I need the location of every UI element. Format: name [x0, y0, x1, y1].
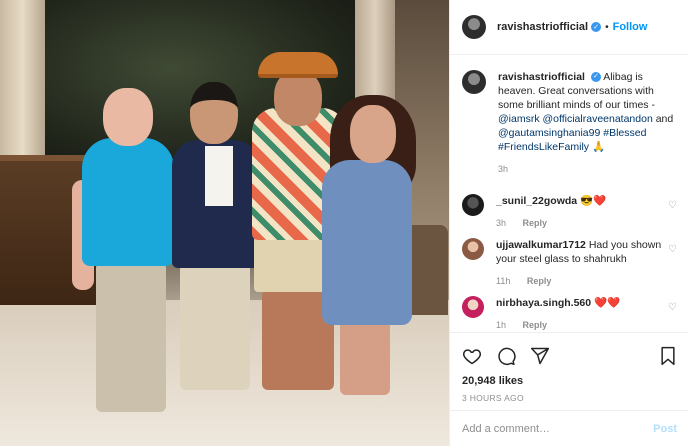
post-photo[interactable]: [0, 0, 449, 446]
author-avatar[interactable]: [462, 15, 486, 39]
verified-badge-icon: ✓: [591, 22, 602, 32]
caption-text: and: [652, 113, 674, 125]
caption: ravishastriofficial ✓ Alibag is heaven. …: [462, 70, 677, 176]
reply-button[interactable]: Reply: [523, 218, 548, 228]
post-timestamp[interactable]: 3 HOURS AGO: [462, 393, 677, 403]
caption-emoji: 🙏: [591, 141, 606, 153]
comment-text: ❤️❤️: [594, 297, 621, 309]
post-actions: 20,948 likes 3 HOURS AGO: [450, 332, 688, 403]
reply-button[interactable]: Reply: [523, 320, 548, 330]
comment-text: 😎❤️: [580, 195, 607, 207]
heart-icon[interactable]: [462, 346, 482, 366]
send-icon[interactable]: [530, 346, 550, 366]
comment-time[interactable]: 3h: [496, 218, 506, 228]
verified-badge-icon: ✓: [590, 72, 601, 83]
comment-time[interactable]: 11h: [496, 276, 510, 286]
caption-avatar[interactable]: [462, 70, 486, 94]
commenter-avatar[interactable]: [462, 194, 484, 216]
mention-link[interactable]: @gautamsinghania99: [498, 127, 600, 139]
comment-composer: Post: [450, 410, 688, 446]
comment-item: ujjawalkumar1712 Had you shown your stee…: [462, 238, 677, 288]
hashtag-link[interactable]: #Blessed: [603, 127, 646, 139]
comment-username[interactable]: _sunil_22gowda: [496, 195, 577, 207]
comment-username[interactable]: nirbhaya.singh.560: [496, 297, 591, 309]
commenter-avatar[interactable]: [462, 238, 484, 260]
mention-link[interactable]: @officialraveenatandon: [543, 113, 653, 125]
comment-input[interactable]: [462, 422, 654, 435]
author-username[interactable]: ravishastriofficial: [497, 21, 588, 33]
likes-count[interactable]: 20,948 likes: [462, 375, 677, 387]
comment-item: nirbhaya.singh.560 ❤️❤️ 1h Reply ♡: [462, 296, 677, 332]
follow-button[interactable]: Follow: [613, 21, 648, 33]
mention-link[interactable]: @iamsrk: [498, 113, 540, 125]
comments-list[interactable]: ravishastriofficial ✓ Alibag is heaven. …: [450, 56, 688, 332]
comment-time[interactable]: 1h: [496, 320, 506, 330]
post-side-panel: ravishastriofficial ✓ • Follow ravishast…: [449, 0, 688, 446]
bookmark-icon[interactable]: [659, 346, 677, 366]
comment-icon[interactable]: [496, 346, 516, 366]
comment-username[interactable]: ujjawalkumar1712: [496, 239, 586, 251]
post-comment-button[interactable]: Post: [653, 423, 677, 435]
hashtag-link[interactable]: #FriendsLikeFamily: [498, 141, 589, 153]
comment-like-heart-icon[interactable]: ♡: [663, 244, 677, 255]
reply-button[interactable]: Reply: [527, 276, 552, 286]
commenter-avatar[interactable]: [462, 296, 484, 318]
caption-username[interactable]: ravishastriofficial: [498, 71, 585, 83]
separator-dot: •: [605, 21, 609, 33]
comment-like-heart-icon[interactable]: ♡: [663, 302, 677, 313]
comment-item: _sunil_22gowda 😎❤️ 3h Reply ♡: [462, 194, 677, 230]
post-header: ravishastriofficial ✓ • Follow: [450, 0, 688, 55]
comment-like-heart-icon[interactable]: ♡: [663, 200, 677, 211]
caption-time[interactable]: 3h: [498, 164, 508, 174]
